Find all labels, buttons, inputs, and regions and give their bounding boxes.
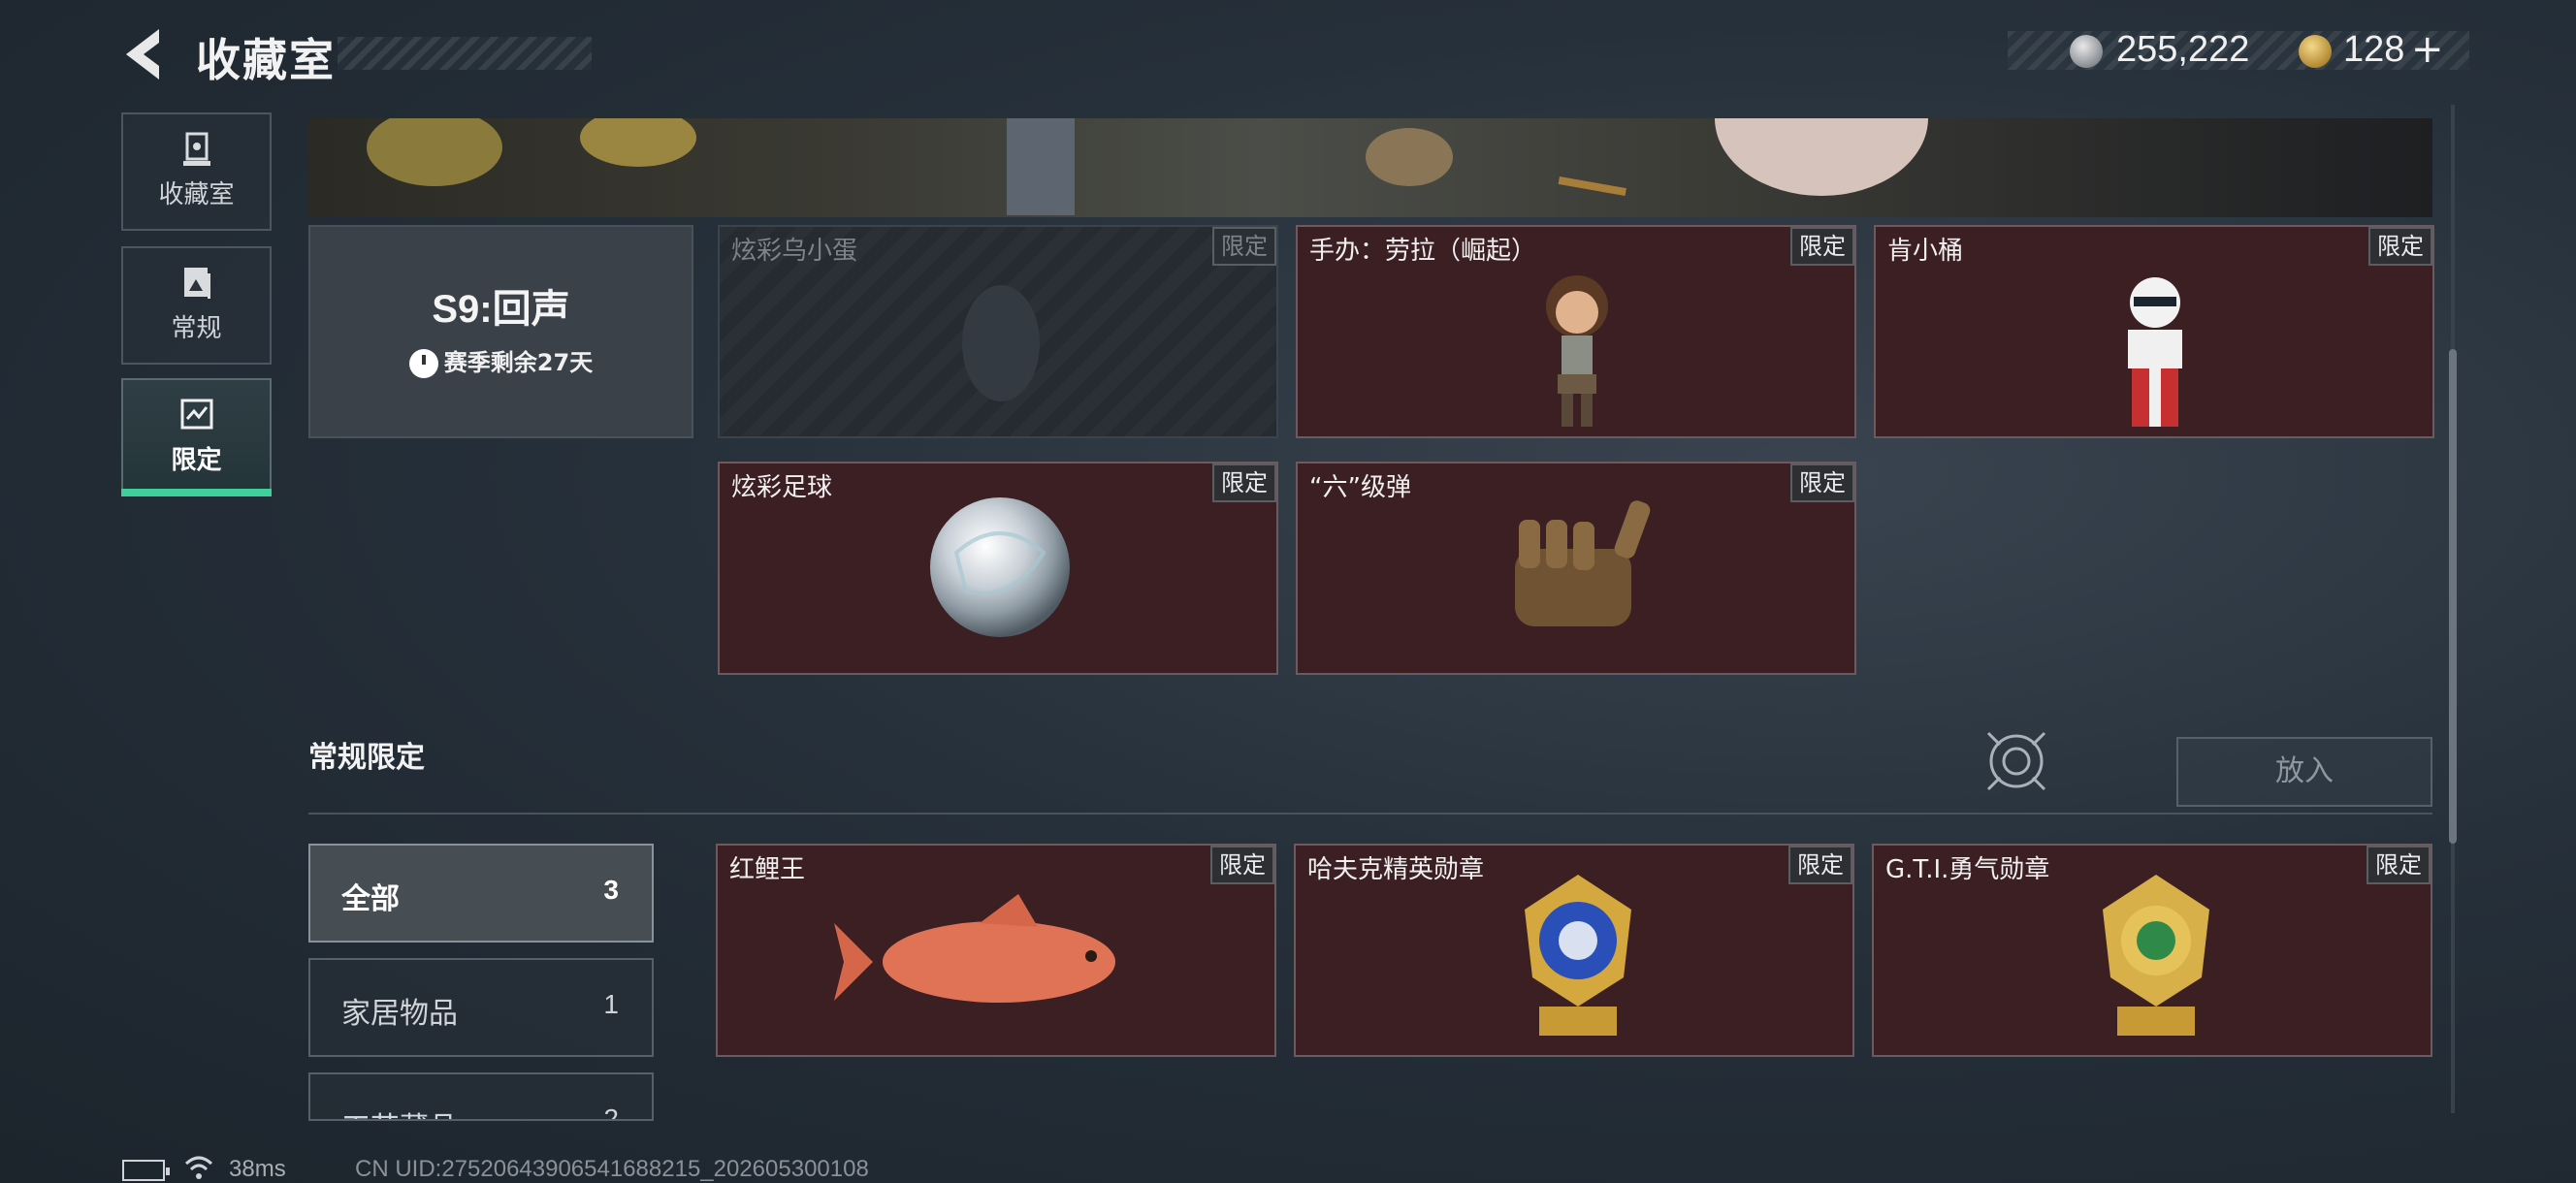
collection-banner [308, 118, 2432, 217]
filter-count: 3 [603, 875, 619, 905]
back-arrow-icon[interactable] [120, 27, 169, 81]
filter-craft-items[interactable]: 工艺藏品 2 [308, 1072, 654, 1121]
item-card-haavk-elite-medal[interactable]: 哈夫克精英勋章 限定 [1294, 844, 1854, 1057]
silver-coin-icon [2070, 35, 2103, 68]
nav-label: 限定 [171, 446, 222, 475]
bucket-figure-icon [2128, 277, 2182, 427]
filter-label: 工艺藏品 [341, 1103, 458, 1119]
item-name: 哈夫克精英勋章 [1307, 855, 1485, 884]
gold-amount: 128 [2343, 29, 2405, 70]
item-card-gti-courage-medal[interactable]: G.T.I.勇气勋章 限定 [1872, 844, 2432, 1057]
add-currency-button[interactable]: + [2411, 27, 2444, 72]
filter-home-items[interactable]: 家居物品 1 [308, 958, 654, 1057]
item-name: 手办：劳拉（崛起） [1309, 237, 1537, 266]
section-title: 常规限定 [308, 741, 425, 775]
scrollbar-thumb[interactable] [2449, 349, 2457, 844]
item-card-lara-figure[interactable]: 手办：劳拉（崛起） 限定 [1296, 225, 1856, 438]
egg-figure-icon [962, 285, 1040, 401]
page-title: 收藏室 [196, 34, 336, 86]
limited-badge: 限定 [1790, 464, 1854, 502]
season-title: S9:回声 [432, 288, 570, 331]
item-card-kfc-bucket[interactable]: 肯小桶 限定 [1874, 225, 2434, 438]
item-name: G.T.I.勇气勋章 [1885, 855, 2050, 884]
limited-badge: 限定 [2368, 227, 2432, 266]
hand-gesture-icon [1515, 500, 1651, 626]
battery-icon [122, 1160, 170, 1181]
item-name: 炫彩足球 [731, 473, 833, 502]
banner-scene [367, 118, 1928, 215]
nav-item-collection-room[interactable]: 收藏室 [121, 112, 272, 231]
title-decoration [338, 37, 592, 70]
nav-label: 收藏室 [158, 180, 235, 209]
item-card-rainbow-egg[interactable]: 炫彩乌小蛋 限定 [718, 225, 1278, 438]
filter-label: 家居物品 [341, 997, 458, 1031]
limited-badge: 限定 [1790, 227, 1854, 266]
put-in-button[interactable]: 放入 [2176, 737, 2432, 807]
green-medal-icon [2103, 875, 2209, 1036]
document-icon [183, 268, 210, 299]
item-name: 肯小桶 [1887, 237, 1964, 266]
lara-figure-icon [1546, 275, 1608, 427]
season-remaining: 赛季剩余27天 [443, 349, 594, 376]
user-uid: CN UID:2752064390654168​8215_20260530010… [355, 1156, 869, 1182]
filter-all[interactable]: 全部 3 [308, 844, 654, 943]
item-name: “六”级弹 [1309, 473, 1411, 502]
filter-count: 2 [603, 1103, 619, 1121]
item-name: 炫彩乌小蛋 [731, 237, 858, 266]
limited-badge: 限定 [1212, 227, 1276, 266]
item-card-rainbow-football[interactable]: 炫彩足球 限定 [718, 462, 1278, 675]
item-card-red-carp-king[interactable]: 红鲤王 限定 [716, 844, 1276, 1057]
carp-fish-icon [834, 894, 1115, 1003]
season-info-card: S9:回声 赛季剩余27天 [308, 225, 693, 438]
football-icon [930, 497, 1070, 637]
limited-badge: 限定 [1788, 846, 1852, 884]
target-icon[interactable] [1984, 729, 2048, 793]
filter-count: 1 [603, 989, 619, 1019]
gold-coin-icon [2299, 35, 2332, 68]
filter-label: 全部 [341, 882, 400, 916]
item-name: 红鲤王 [729, 855, 806, 884]
clock-icon [408, 349, 438, 378]
limited-badge: 限定 [2367, 846, 2431, 884]
ping-value: 38ms [229, 1156, 286, 1182]
nav-label: 常规 [171, 314, 222, 343]
limited-badge: 限定 [1212, 464, 1276, 502]
section-divider [308, 813, 2432, 815]
blue-medal-icon [1525, 875, 1631, 1036]
wifi-icon [184, 1156, 213, 1179]
limited-collection-icon [180, 399, 212, 430]
item-card-six-grade-bullet[interactable]: “六”级弹 限定 [1296, 462, 1856, 675]
silver-amount: 255,222 [2116, 29, 2250, 70]
limited-badge: 限定 [1210, 846, 1274, 884]
nav-item-limited[interactable]: 限定 [121, 378, 272, 491]
nav-item-regular[interactable]: 常规 [121, 246, 272, 365]
nav-active-indicator [121, 489, 272, 496]
trophy-icon [182, 132, 210, 166]
